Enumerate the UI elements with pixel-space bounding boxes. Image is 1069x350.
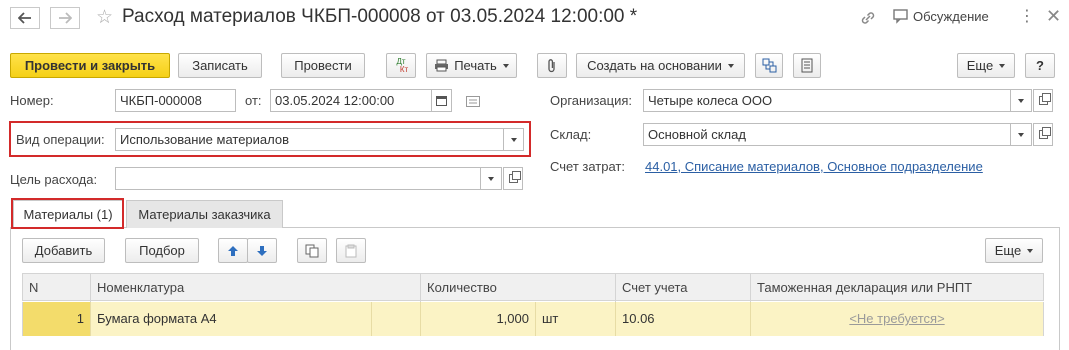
tab-customer-materials[interactable]: Материалы заказчика bbox=[126, 200, 283, 228]
attach-button[interactable] bbox=[537, 53, 567, 78]
back-arrow-icon bbox=[18, 12, 31, 24]
warehouse-label: Склад: bbox=[550, 127, 592, 142]
column-header-quantity[interactable]: Количество bbox=[421, 274, 616, 302]
column-header-n[interactable]: N bbox=[23, 274, 91, 302]
forward-arrow-icon bbox=[59, 12, 72, 24]
structure-button[interactable] bbox=[755, 53, 783, 78]
close-icon[interactable]: ✕ bbox=[1046, 6, 1061, 27]
help-button[interactable]: ? bbox=[1025, 53, 1055, 78]
operation-type-field[interactable]: Использование материалов bbox=[115, 128, 504, 151]
organization-open-button[interactable] bbox=[1033, 89, 1053, 112]
more-vertical-icon[interactable]: ⋮ bbox=[1019, 8, 1035, 26]
purpose-field[interactable] bbox=[115, 167, 481, 190]
link-icon[interactable] bbox=[859, 9, 877, 30]
column-header-declaration[interactable]: Таможенная декларация или РНПТ bbox=[751, 274, 1043, 302]
paste-icon bbox=[345, 244, 357, 257]
report-list-icon bbox=[801, 58, 813, 73]
more-button[interactable]: Еще bbox=[957, 53, 1015, 78]
row-account[interactable]: 10.06 bbox=[616, 302, 751, 336]
column-header-item[interactable]: Номенклатура bbox=[91, 274, 421, 302]
tab-materials-highlight bbox=[11, 198, 124, 229]
date-field[interactable]: 03.05.2024 12:00:00 bbox=[270, 89, 432, 112]
page-title: Расход материалов ЧКБП-000008 от 03.05.2… bbox=[122, 6, 638, 27]
pick-button[interactable]: Подбор bbox=[125, 238, 199, 263]
purpose-open-button[interactable] bbox=[503, 167, 523, 190]
declaration-not-required-link[interactable]: <Не требуется> bbox=[849, 311, 944, 326]
copy-icon bbox=[305, 244, 319, 257]
post-button[interactable]: Провести bbox=[281, 53, 365, 78]
calendar-button[interactable] bbox=[431, 89, 452, 112]
table-more-button[interactable]: Еще bbox=[985, 238, 1043, 263]
organization-label: Организация: bbox=[550, 93, 633, 108]
row-number[interactable]: 1 bbox=[23, 302, 91, 336]
favorite-star-icon[interactable]: ☆ bbox=[96, 6, 113, 29]
purpose-dropdown-button[interactable] bbox=[480, 167, 502, 190]
row-item-extra[interactable] bbox=[371, 302, 421, 336]
row-unit[interactable]: шт bbox=[536, 302, 616, 336]
number-label: Номер: bbox=[10, 93, 54, 108]
calendar-icon bbox=[436, 96, 447, 106]
paste-rows-button[interactable] bbox=[336, 238, 366, 263]
warehouse-field[interactable]: Основной склад bbox=[643, 123, 1011, 146]
chat-icon bbox=[893, 9, 908, 24]
post-and-close-button[interactable]: Провести и закрыть bbox=[10, 53, 170, 78]
copy-rows-button[interactable] bbox=[297, 238, 327, 263]
paperclip-icon bbox=[548, 59, 555, 73]
operation-type-dropdown-button[interactable] bbox=[503, 128, 524, 151]
kt-label: Кт bbox=[399, 64, 409, 74]
add-button[interactable]: Добавить bbox=[22, 238, 105, 263]
printer-icon bbox=[435, 59, 449, 72]
warehouse-dropdown-button[interactable] bbox=[1010, 123, 1032, 146]
dt-kt-button[interactable]: Дт Кт bbox=[386, 53, 416, 78]
operation-type-label: Вид операции: bbox=[16, 132, 105, 147]
arrow-down-icon bbox=[257, 245, 267, 256]
organization-field[interactable]: Четыре колеса ООО bbox=[643, 89, 1011, 112]
back-button[interactable] bbox=[10, 7, 40, 29]
number-field[interactable]: ЧКБП-000008 bbox=[115, 89, 236, 112]
purpose-label: Цель расхода: bbox=[10, 172, 98, 187]
move-up-button[interactable] bbox=[218, 238, 248, 263]
discussion-label: Обсуждение bbox=[913, 9, 989, 24]
comment-icon[interactable] bbox=[466, 95, 480, 110]
table-row[interactable]: 1 Бумага формата А4 1,000 шт 10.06 <Не т… bbox=[22, 302, 1044, 336]
forward-button[interactable] bbox=[50, 7, 80, 29]
column-header-account[interactable]: Счет учета bbox=[616, 274, 751, 302]
row-declaration[interactable]: <Не требуется> bbox=[751, 302, 1043, 336]
create-based-on-button[interactable]: Создать на основании bbox=[576, 53, 745, 78]
cost-account-link[interactable]: 44.01, Списание материалов, Основное под… bbox=[645, 159, 983, 174]
report-button[interactable] bbox=[793, 53, 821, 78]
save-button[interactable]: Записать bbox=[178, 53, 262, 78]
move-down-button[interactable] bbox=[247, 238, 277, 263]
organization-dropdown-button[interactable] bbox=[1010, 89, 1032, 112]
warehouse-open-button[interactable] bbox=[1033, 123, 1053, 146]
print-button[interactable]: Печать bbox=[426, 53, 517, 78]
table-header: N Номенклатура Количество Счет учета Там… bbox=[22, 273, 1044, 302]
document-structure-icon bbox=[762, 58, 776, 73]
discussion-button[interactable]: Обсуждение bbox=[893, 9, 989, 24]
arrow-up-icon bbox=[228, 245, 238, 256]
row-item[interactable]: Бумага формата А4 bbox=[91, 302, 371, 336]
cost-account-label: Счет затрат: bbox=[550, 159, 625, 174]
date-from-label: от: bbox=[245, 93, 262, 108]
row-quantity[interactable]: 1,000 bbox=[421, 302, 536, 336]
